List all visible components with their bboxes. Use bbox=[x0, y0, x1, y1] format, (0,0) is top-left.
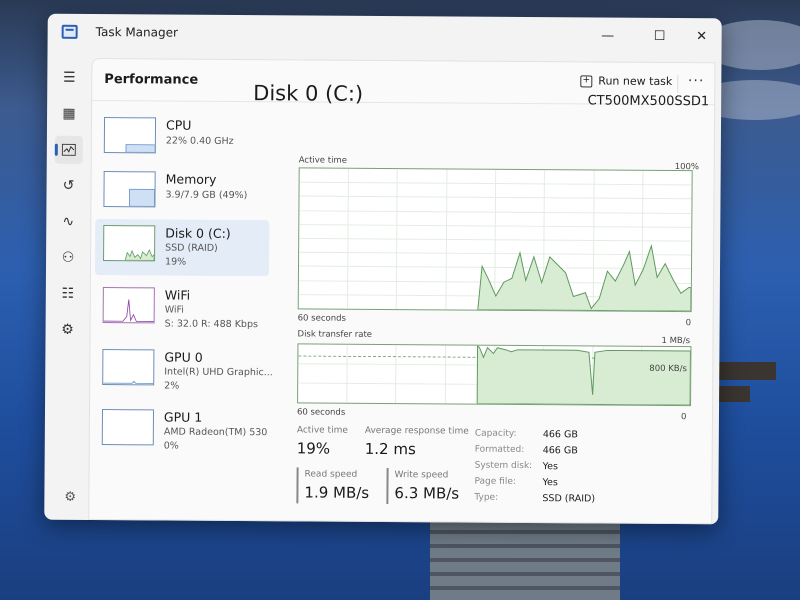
transfer-graph-label: Disk transfer rate bbox=[297, 329, 373, 340]
background-pier bbox=[712, 362, 776, 380]
active-time-value: 19% bbox=[296, 439, 331, 458]
device-detail: AMD Radeon(TM) 530 bbox=[163, 426, 268, 439]
page-file-value: Yes bbox=[542, 477, 558, 489]
close-button[interactable]: ✕ bbox=[690, 26, 714, 48]
hamburger-icon[interactable]: ☰ bbox=[55, 64, 83, 92]
transfer-rate-chart bbox=[298, 344, 691, 406]
active-time-min: 0 bbox=[685, 318, 692, 329]
app-history-icon[interactable]: ↺ bbox=[54, 172, 82, 200]
background-stairs bbox=[430, 520, 620, 600]
device-name: GPU 1 bbox=[163, 409, 203, 425]
title-bar[interactable]: Task Manager — ☐ ✕ bbox=[48, 14, 722, 57]
active-time-graph-label: Active time bbox=[298, 155, 347, 166]
maximize-button[interactable]: ☐ bbox=[648, 26, 672, 48]
transfer-min: 0 bbox=[680, 412, 687, 423]
task-manager-icon bbox=[61, 24, 78, 39]
write-speed-value: 6.3 MB/s bbox=[394, 484, 460, 503]
run-task-icon: + bbox=[580, 74, 593, 87]
task-manager-window: Task Manager — ☐ ✕ ☰ ▦ ↺ ∿ ⚇ ☷ ⚙ ⚙ Perfo… bbox=[44, 13, 722, 525]
run-new-task-label: Run new task bbox=[598, 74, 673, 89]
read-speed-value: 1.9 MB/s bbox=[304, 483, 370, 502]
capacity-value: 466 GB bbox=[542, 429, 578, 441]
settings-icon[interactable]: ⚙ bbox=[64, 490, 76, 505]
device-detail: 3.9/7.9 GB (49%) bbox=[165, 189, 248, 202]
gpu-0-thumbnail bbox=[102, 349, 155, 386]
active-time-label: Active time bbox=[296, 425, 348, 436]
device-detail: 22% 0.40 GHz bbox=[165, 135, 234, 147]
device-usage: 19% bbox=[165, 256, 187, 268]
device-item-disk-0[interactable]: Disk 0 (C:) SSD (RAID) 19% bbox=[94, 218, 270, 277]
page-file-label: Page file: bbox=[474, 476, 516, 487]
device-usage: 2% bbox=[164, 380, 180, 392]
read-speed-rule bbox=[296, 467, 299, 504]
avg-response-value: 1.2 ms bbox=[364, 439, 416, 459]
read-speed-label: Read speed bbox=[304, 469, 358, 480]
device-item-wifi[interactable]: WiFi WiFi S: 32.0 R: 488 Kbps bbox=[95, 281, 269, 338]
formatted-label: Formatted: bbox=[474, 444, 525, 455]
transfer-rate-graph bbox=[297, 343, 692, 407]
device-item-gpu-1[interactable]: GPU 1 AMD Radeon(TM) 530 0% bbox=[94, 403, 268, 460]
avg-response-label: Average response time bbox=[364, 425, 469, 437]
performance-icon[interactable] bbox=[54, 135, 83, 164]
disk-title: Disk 0 (C:) bbox=[253, 81, 364, 106]
active-time-chart bbox=[298, 168, 692, 312]
gpu-1-thumbnail bbox=[101, 409, 155, 446]
write-speed-rule bbox=[386, 468, 389, 505]
disk-thumbnail bbox=[103, 225, 156, 262]
device-name: Memory bbox=[165, 171, 217, 187]
write-speed-label: Write speed bbox=[394, 470, 449, 481]
active-time-graph bbox=[297, 167, 693, 313]
transfer-time-span: 60 seconds bbox=[296, 407, 346, 418]
device-usage: 0% bbox=[163, 440, 179, 452]
wifi-thumbnail bbox=[102, 287, 155, 324]
type-label: Type: bbox=[474, 492, 499, 503]
device-detail: SSD (RAID) bbox=[165, 242, 218, 254]
users-icon[interactable]: ⚇ bbox=[54, 244, 82, 272]
services-icon[interactable]: ⚙ bbox=[53, 316, 81, 344]
device-detail: WiFi bbox=[164, 304, 184, 316]
device-item-cpu[interactable]: CPU 22% 0.40 GHz bbox=[96, 111, 270, 168]
memory-thumbnail bbox=[103, 171, 156, 208]
system-disk-label: System disk: bbox=[474, 460, 533, 472]
transfer-graph-max: 1 MB/s bbox=[661, 335, 691, 347]
run-new-task-button[interactable]: + Run new task bbox=[580, 74, 672, 88]
startup-apps-icon[interactable]: ∿ bbox=[54, 208, 82, 236]
capacity-label: Capacity: bbox=[474, 428, 517, 439]
device-name: GPU 0 bbox=[164, 349, 203, 365]
transfer-graph-mid: 800 KB/s bbox=[649, 363, 687, 375]
divider bbox=[677, 75, 679, 94]
disk-model: CT500MX500SSD1 bbox=[587, 93, 710, 110]
device-name: Disk 0 (C:) bbox=[165, 225, 231, 241]
more-options-button[interactable]: ··· bbox=[688, 73, 704, 89]
device-name: WiFi bbox=[164, 287, 191, 303]
details-icon[interactable]: ☷ bbox=[54, 280, 82, 308]
device-throughput: S: 32.0 R: 488 Kbps bbox=[164, 318, 259, 331]
active-time-span: 60 seconds bbox=[297, 313, 346, 324]
device-detail: Intel(R) UHD Graphic... bbox=[164, 366, 273, 379]
type-value: SSD (RAID) bbox=[542, 493, 596, 505]
device-item-memory[interactable]: Memory 3.9/7.9 GB (49%) bbox=[95, 165, 269, 222]
system-disk-value: Yes bbox=[542, 461, 559, 473]
minimize-button[interactable]: — bbox=[596, 25, 620, 47]
cpu-thumbnail bbox=[103, 117, 157, 154]
formatted-value: 466 GB bbox=[542, 445, 578, 457]
device-item-gpu-0[interactable]: GPU 0 Intel(R) UHD Graphic... 2% bbox=[94, 343, 273, 400]
device-name: CPU bbox=[165, 117, 192, 133]
page-title: Performance bbox=[104, 72, 199, 88]
processes-icon[interactable]: ▦ bbox=[55, 100, 83, 128]
window-title: Task Manager bbox=[95, 24, 179, 40]
